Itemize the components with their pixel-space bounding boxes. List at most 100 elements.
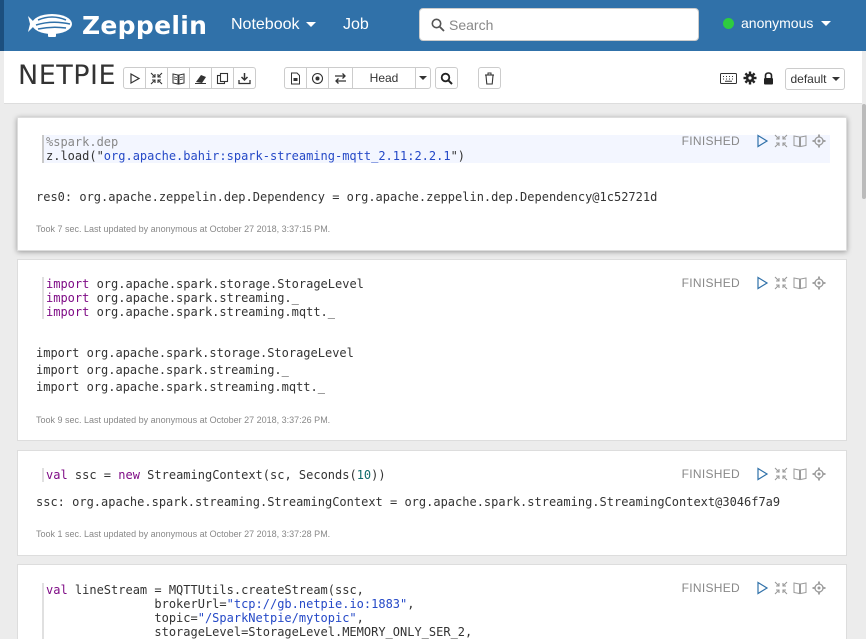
delete-toolbar xyxy=(478,67,501,89)
output-line: import org.apache.spark.streaming.mqtt._ xyxy=(36,380,325,394)
paragraph-footer: Took 1 sec. Last updated by anonymous at… xyxy=(36,529,331,539)
notebook-header: NETPIE Head default xyxy=(4,51,862,104)
keyboard-shortcuts-icon[interactable] xyxy=(720,72,737,84)
output-line: import org.apache.spark.storage.StorageL… xyxy=(36,346,354,360)
chevron-down-icon xyxy=(821,20,832,26)
paragraph-controls: FINISHED xyxy=(682,467,826,481)
paragraph-2[interactable]: import org.apache.spark.storage.StorageL… xyxy=(17,259,847,441)
export-notebook-button[interactable] xyxy=(233,67,256,89)
paragraph-controls: FINISHED xyxy=(682,134,826,148)
code-editor[interactable]: val lineStream = MQTTUtils.createStream(… xyxy=(42,583,472,639)
interpreter-binding-dropdown[interactable]: default xyxy=(785,68,845,90)
online-status-dot xyxy=(723,17,734,29)
gear-icon[interactable] xyxy=(812,467,826,481)
download-icon xyxy=(238,72,251,84)
book-icon[interactable] xyxy=(793,276,807,290)
chevron-down-icon xyxy=(419,76,427,80)
collapse-arrows-icon[interactable] xyxy=(774,467,788,481)
search-code-button[interactable] xyxy=(435,67,458,89)
run-paragraph-icon[interactable] xyxy=(755,134,769,148)
code-editor[interactable]: val ssc = new StreamingContext(sc, Secon… xyxy=(42,468,386,482)
left-edge xyxy=(0,51,4,639)
paragraph-output: ssc: org.apache.spark.streaming.Streamin… xyxy=(36,495,781,509)
notebook-title[interactable]: NETPIE xyxy=(18,60,116,91)
run-paragraph-icon[interactable] xyxy=(755,581,769,595)
exchange-icon xyxy=(335,72,346,84)
code-line: val lineStream = MQTTUtils.createStream(… xyxy=(46,583,364,597)
user-menu[interactable]: anonymous xyxy=(723,15,832,31)
scrollbar-thumb[interactable] xyxy=(862,104,866,199)
paragraph-status: FINISHED xyxy=(681,276,740,290)
run-paragraph-icon[interactable] xyxy=(755,467,769,481)
trash-icon xyxy=(485,72,494,85)
run-paragraph-icon[interactable] xyxy=(755,276,769,290)
version-toolbar: Head xyxy=(284,67,431,89)
commit-button[interactable] xyxy=(284,67,307,89)
paragraph-controls: FINISHED xyxy=(682,276,826,290)
set-revision-button[interactable] xyxy=(306,67,329,89)
paragraph-4[interactable]: val lineStream = MQTTUtils.createStream(… xyxy=(17,564,847,639)
paragraph-output: res0: org.apache.zeppelin.dep.Dependency… xyxy=(36,190,658,204)
brand-name: Zeppelin xyxy=(82,10,208,40)
gear-icon[interactable] xyxy=(812,276,826,290)
clone-notebook-button[interactable] xyxy=(211,67,234,89)
remove-notebook-button[interactable] xyxy=(478,67,501,89)
zeppelin-logo-icon xyxy=(28,14,72,37)
notebook-settings-icons xyxy=(720,71,780,85)
file-icon xyxy=(291,72,300,84)
search-toolbar xyxy=(435,67,458,89)
gear-icon[interactable] xyxy=(812,134,826,148)
eraser-icon xyxy=(195,74,206,84)
username: anonymous xyxy=(741,15,814,31)
revision-dropdown-toggle[interactable] xyxy=(415,67,431,89)
compare-revisions-button[interactable] xyxy=(328,67,353,89)
toggle-editor-button[interactable] xyxy=(145,67,168,89)
search-input[interactable] xyxy=(449,10,689,39)
job-menu[interactable]: Job xyxy=(343,16,369,34)
collapse-arrows-icon[interactable] xyxy=(774,276,788,290)
search-icon xyxy=(440,72,453,85)
notebook-menu[interactable]: Notebook xyxy=(231,16,316,34)
target-icon xyxy=(311,72,324,84)
paragraph-1[interactable]: %spark.dep z.load("org.apache.bahir:spar… xyxy=(17,117,847,251)
paragraph-controls: FINISHED xyxy=(682,581,826,595)
revision-dropdown[interactable]: Head xyxy=(352,67,416,89)
book-icon[interactable] xyxy=(793,581,807,595)
book-icon[interactable] xyxy=(793,467,807,481)
run-toolbar xyxy=(123,67,256,89)
output-line: import org.apache.spark.streaming._ xyxy=(36,363,289,377)
run-all-button[interactable] xyxy=(123,67,146,89)
code-editor[interactable]: import org.apache.spark.storage.StorageL… xyxy=(42,277,364,319)
gear-icon[interactable] xyxy=(743,71,757,85)
chevron-down-icon xyxy=(831,77,840,81)
copy-icon xyxy=(216,72,229,84)
play-icon xyxy=(130,72,141,84)
top-navbar: Zeppelin Notebook Job anonymous xyxy=(0,0,866,51)
code-line: storageLevel=StorageLevel.MEMORY_ONLY_SE… xyxy=(46,625,473,639)
paragraph-output: import org.apache.spark.storage.StorageL… xyxy=(36,345,354,396)
collapse-arrows-icon xyxy=(150,72,163,84)
code-line: val ssc = new StreamingContext(sc, Secon… xyxy=(46,468,386,482)
notebook-menu-label: Notebook xyxy=(231,16,300,33)
toggle-output-button[interactable] xyxy=(167,67,190,89)
code-line: z.load("org.apache.bahir:spark-streaming… xyxy=(46,149,466,163)
collapse-arrows-icon[interactable] xyxy=(774,581,788,595)
code-line: import org.apache.spark.storage.StorageL… xyxy=(46,277,364,291)
code-line: import org.apache.spark.streaming.mqtt._ xyxy=(46,305,335,319)
gear-icon[interactable] xyxy=(812,581,826,595)
paragraph-status: FINISHED xyxy=(681,134,740,148)
interpreter-binding-label: default xyxy=(790,72,827,86)
search-box[interactable] xyxy=(419,8,699,41)
code-line: brokerUrl="tcp://gb.netpie.io:1883", xyxy=(46,597,415,611)
paragraph-footer: Took 7 sec. Last updated by anonymous at… xyxy=(36,224,331,234)
lock-icon[interactable] xyxy=(763,71,774,85)
clear-output-button[interactable] xyxy=(189,67,212,89)
collapse-arrows-icon[interactable] xyxy=(774,134,788,148)
brand[interactable]: Zeppelin xyxy=(26,8,207,42)
book-icon[interactable] xyxy=(793,134,807,148)
paragraph-footer: Took 9 sec. Last updated by anonymous at… xyxy=(36,415,331,425)
paragraph-3[interactable]: val ssc = new StreamingContext(sc, Secon… xyxy=(17,450,847,556)
paragraph-status: FINISHED xyxy=(681,581,740,595)
book-icon xyxy=(172,72,185,85)
code-line: import org.apache.spark.streaming._ xyxy=(46,291,299,305)
